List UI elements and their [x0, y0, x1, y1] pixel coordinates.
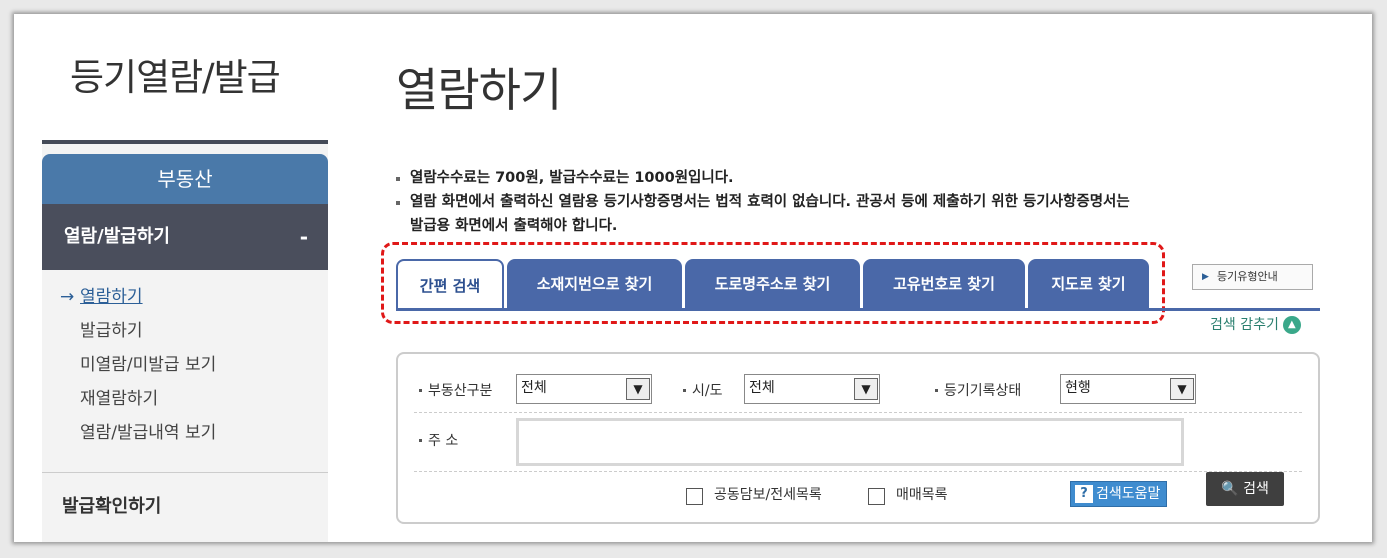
- help-label: 검색도움말: [1096, 486, 1161, 502]
- row-divider: [414, 471, 1302, 472]
- help-icon: ?: [1075, 485, 1093, 503]
- sidebar-item-review[interactable]: 재열람하기: [42, 382, 328, 416]
- tab-lot-number[interactable]: 소재지번으로 찾기: [507, 259, 682, 309]
- tabs-underline: [396, 308, 1320, 311]
- status-select[interactable]: 현행 ▼: [1060, 374, 1196, 404]
- sidebar-header[interactable]: 부동산: [42, 154, 328, 204]
- search-button[interactable]: 🔍 검색: [1206, 472, 1284, 506]
- chevron-down-icon: ▼: [626, 378, 650, 400]
- collapse-icon[interactable]: -: [300, 204, 308, 270]
- guide-label: 등기유형안내: [1217, 270, 1278, 283]
- search-icon: 🔍: [1221, 481, 1239, 497]
- property-type-label: 부동산구분: [418, 380, 492, 400]
- notice-legal: 열람 화면에서 출력하신 열람용 등기사항증명서는 법적 효력이 없습니다. 관…: [394, 190, 1324, 214]
- tab-unique-number[interactable]: 고유번호로 찾기: [863, 259, 1025, 309]
- row-divider: [414, 412, 1302, 413]
- chevron-down-icon: ▼: [1170, 378, 1194, 400]
- notice-box: 열람수수료는 700원, 발급수수료는 1000원입니다. 열람 화면에서 출력…: [394, 166, 1324, 238]
- sidebar-item-history[interactable]: 열람/발급내역 보기: [42, 416, 328, 450]
- sale-list-checkbox[interactable]: [868, 488, 885, 505]
- sidebar-item-issue-confirm[interactable]: 발급확인하기: [62, 492, 161, 518]
- sidebar-section-label: 열람/발급하기: [64, 226, 170, 247]
- tab-map[interactable]: 지도로 찾기: [1028, 259, 1149, 309]
- tab-road-address[interactable]: 도로명주소로 찾기: [685, 259, 860, 309]
- notice-legal-cont: 발급용 화면에서 출력해야 합니다.: [410, 218, 618, 234]
- joint-collateral-checkbox[interactable]: [686, 488, 703, 505]
- city-label: 시/도: [682, 380, 722, 400]
- tab-simple-search[interactable]: 간편 검색: [396, 259, 504, 309]
- notice-fee: 열람수수료는 700원, 발급수수료는 1000원입니다.: [394, 166, 1324, 190]
- play-icon: ▶: [1202, 272, 1209, 282]
- search-help-button[interactable]: ? 검색도움말: [1070, 481, 1168, 507]
- sale-list-label: 매매목록: [896, 487, 948, 503]
- arrow-right-icon: →: [60, 287, 75, 307]
- hide-search-toggle[interactable]: 검색 감추기 ▲: [1210, 314, 1301, 334]
- sidebar-item-issue[interactable]: 발급하기: [42, 314, 328, 348]
- sidebar-top-line: [42, 140, 328, 144]
- sidebar-item-label: 열람하기: [80, 287, 143, 307]
- city-select[interactable]: 전체 ▼: [744, 374, 880, 404]
- sidebar-item-unviewed[interactable]: 미열람/미발급 보기: [42, 348, 328, 382]
- search-form: 부동산구분 전체 ▼ 시/도 전체 ▼ 등기기록상태 현행 ▼ 주 소 공동담보…: [396, 352, 1320, 524]
- chevron-down-icon: ▼: [854, 378, 878, 400]
- status-label: 등기기록상태: [934, 380, 1021, 400]
- page-frame: 등기열람/발급 열람하기 부동산 열람/발급하기 - → 열람하기 발급하기 미…: [14, 14, 1372, 542]
- status-value: 현행: [1065, 380, 1091, 396]
- sidebar: 부동산 열람/발급하기 - → 열람하기 발급하기 미열람/미발급 보기 재열람…: [42, 140, 328, 542]
- search-label: 검색: [1243, 481, 1269, 497]
- page-title: 열람하기: [396, 63, 562, 117]
- registry-type-guide-button[interactable]: ▶ 등기유형안내: [1192, 264, 1313, 290]
- address-label: 주 소: [418, 430, 458, 450]
- chevron-up-icon: ▲: [1282, 316, 1301, 334]
- sidebar-item-view[interactable]: → 열람하기: [42, 280, 328, 314]
- hide-search-label: 검색 감추기: [1210, 317, 1279, 333]
- sidebar-section-view-issue[interactable]: 열람/발급하기 -: [42, 204, 328, 270]
- property-type-select[interactable]: 전체 ▼: [516, 374, 652, 404]
- sidebar-divider: [42, 472, 328, 473]
- city-value: 전체: [749, 380, 775, 396]
- address-input[interactable]: [516, 418, 1184, 466]
- joint-collateral-label: 공동담보/전세목록: [714, 487, 822, 503]
- property-type-value: 전체: [521, 380, 547, 396]
- sidebar-menu: → 열람하기 발급하기 미열람/미발급 보기 재열람하기 열람/발급내역 보기: [42, 280, 328, 450]
- section-title: 등기열람/발급: [70, 56, 281, 99]
